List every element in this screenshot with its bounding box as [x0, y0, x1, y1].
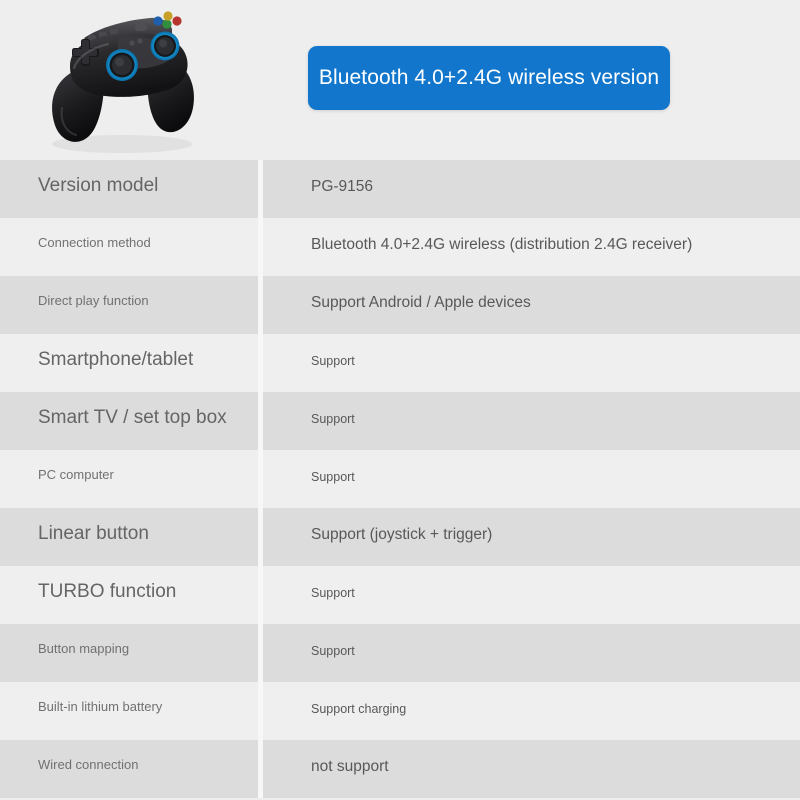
spec-value-cell: Bluetooth 4.0+2.4G wireless (distributio…: [263, 218, 800, 276]
spec-value-cell: not support: [263, 740, 800, 798]
spec-value: Support Android / Apple devices: [311, 294, 531, 311]
spec-label-cell: Smartphone/tablet: [0, 334, 258, 392]
spec-value: Bluetooth 4.0+2.4G wireless (distributio…: [311, 236, 693, 253]
spec-label: Linear button: [38, 523, 149, 544]
spec-value-cell: PG-9156: [263, 160, 800, 218]
spec-label-cell: PC computer: [0, 450, 258, 508]
spec-value-cell: Support: [263, 450, 800, 508]
spec-value: not support: [311, 758, 389, 775]
spec-label: PC computer: [38, 467, 114, 482]
table-row: Button mapping Support: [0, 624, 800, 682]
spec-label-cell: Linear button: [0, 508, 258, 566]
spec-label-cell: Button mapping: [0, 624, 258, 682]
spec-label: Version model: [38, 175, 159, 196]
spec-label-cell: Version model: [0, 160, 258, 218]
spec-value: Support charging: [311, 702, 407, 716]
spec-label-cell: TURBO function: [0, 566, 258, 624]
spec-label: TURBO function: [38, 581, 177, 602]
spec-label: Built-in lithium battery: [38, 699, 163, 714]
table-row: Connection method Bluetooth 4.0+2.4G wire…: [0, 218, 800, 276]
spec-value-cell: Support: [263, 566, 800, 624]
spec-value-cell: Support: [263, 624, 800, 682]
spec-table: Version model PG-9156 Connection method Blu…: [0, 160, 800, 798]
spec-value: Support: [311, 412, 355, 426]
spec-value: Support: [311, 586, 355, 600]
spec-label: Direct play function: [38, 293, 149, 308]
spec-label: Button mapping: [38, 641, 130, 656]
table-row: TURBO function Support: [0, 566, 800, 624]
spec-value-cell: Support: [263, 392, 800, 450]
spec-value: Support: [311, 470, 355, 484]
spec-label-cell: Built-in lithium battery: [0, 682, 258, 740]
spec-value-cell: Support Android / Apple devices: [263, 276, 800, 334]
spec-label: Wired connection: [38, 757, 139, 772]
spec-label-cell: Connection method: [0, 218, 258, 276]
hero-banner: Bluetooth 4.0+2.4G wireless version: [308, 46, 670, 110]
spec-label-cell: Direct play function: [0, 276, 258, 334]
spec-label: Smart TV / set top box: [38, 407, 227, 428]
table-row: PC computer Support: [0, 450, 800, 508]
table-row: Built-in lithium battery Support charging: [0, 682, 800, 740]
hero-banner-text: Bluetooth 4.0+2.4G wireless version: [318, 66, 660, 89]
spec-label: Smartphone/tablet: [38, 349, 194, 370]
gamepad-photo: [22, 8, 227, 156]
spec-value-cell: Support (joystick + trigger): [263, 508, 800, 566]
spec-value-cell: Support charging: [263, 682, 800, 740]
spec-label-cell: Wired connection: [0, 740, 258, 798]
spec-label-cell: Smart TV / set top box: [0, 392, 258, 450]
table-row: Smart TV / set top box Support: [0, 392, 800, 450]
table-row: Direct play function Support Android / Ap…: [0, 276, 800, 334]
table-row: Smartphone/tablet Support: [0, 334, 800, 392]
table-row: Wired connection not support: [0, 740, 800, 798]
page-header: Bluetooth 4.0+2.4G wireless version: [0, 0, 800, 160]
spec-value-cell: Support: [263, 334, 800, 392]
table-row: Linear button Support (joystick + trigger…: [0, 508, 800, 566]
table-row: Version model PG-9156: [0, 160, 800, 218]
gamepad-illustration: [52, 11, 194, 153]
spec-value: Support: [311, 644, 355, 658]
spec-value: Support (joystick + trigger): [311, 526, 493, 543]
spec-label: Connection method: [38, 235, 151, 250]
spec-value: PG-9156: [311, 178, 374, 195]
spec-value: Support: [311, 354, 355, 368]
